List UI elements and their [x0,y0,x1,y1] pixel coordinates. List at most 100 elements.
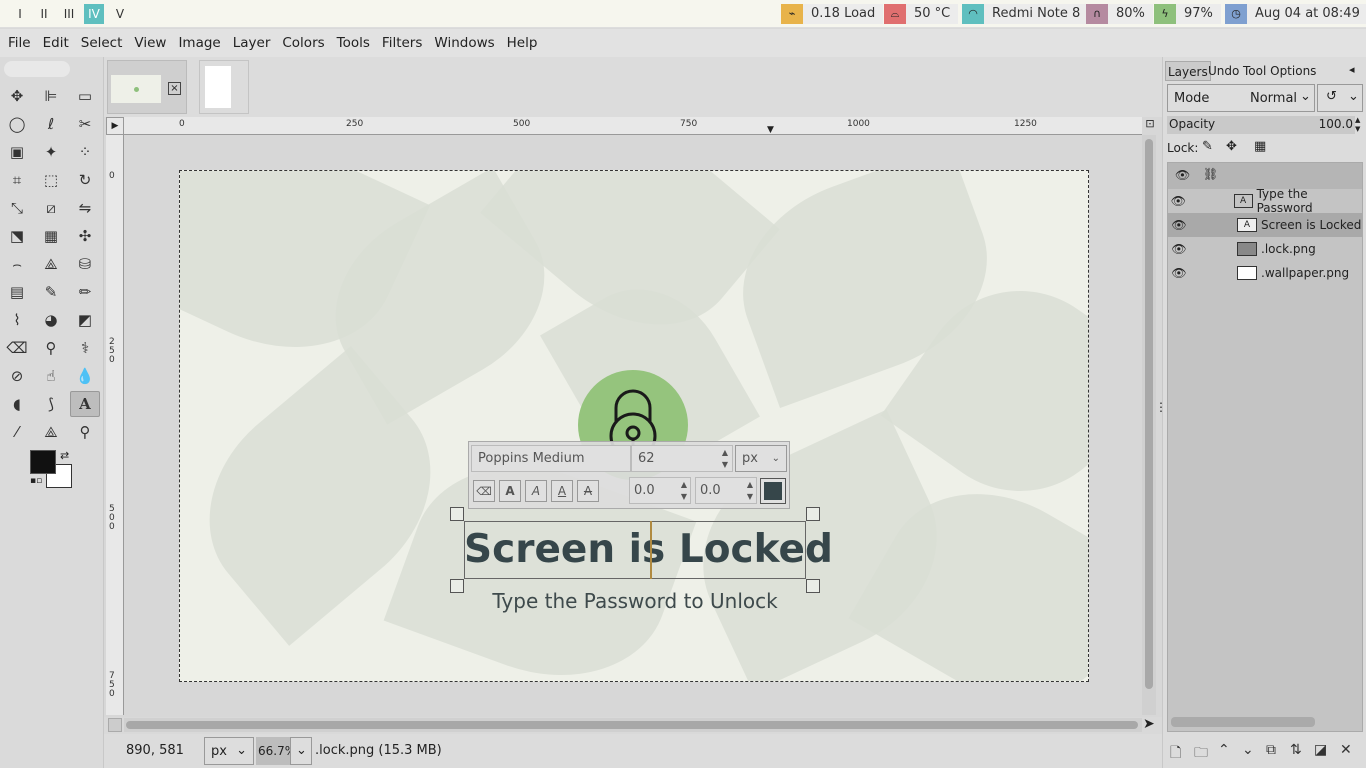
menu-file[interactable]: File [2,35,37,51]
duplicate-layer-icon[interactable]: ⧉ [1266,742,1276,758]
opacity-spin-icon[interactable]: ▲ ▼ [1355,116,1360,134]
new-layer-icon[interactable]: 🗋 [1170,742,1181,766]
lock-position-icon[interactable]: ✥ [1226,139,1237,154]
bandage-icon[interactable]: ⊘ [4,364,30,388]
menu-windows[interactable]: Windows [428,35,500,51]
menu-edit[interactable]: Edit [37,35,75,51]
crop-icon[interactable]: ⌗ [4,168,30,192]
smudge-warp-icon[interactable]: ⌢ [4,252,30,276]
image-tab-2[interactable] [199,60,249,114]
mode-select[interactable]: Mode Normal ⌄ [1167,84,1315,112]
zoom-dropdown[interactable]: ⌄ [290,737,312,765]
reset-colors-icon[interactable]: ▪▫ [30,476,42,486]
foreground-color-swatch[interactable] [30,450,56,474]
text-box-handle-tl[interactable] [450,507,464,521]
zoom-field[interactable]: 66.7% [256,737,296,765]
layers-scroll-thumb[interactable] [1171,717,1315,727]
transform-icon[interactable]: ⬚ [38,168,64,192]
unit-select[interactable]: px ⌄ [735,445,787,472]
rect-select-icon[interactable]: ▭ [72,84,98,108]
handle-transform-icon[interactable]: ⟁ [38,252,64,276]
layer-row-type-password[interactable]: 👁 A Type the Password [1167,187,1362,215]
align-tool-icon[interactable]: ⊫ [38,84,64,108]
pencil-icon[interactable]: ✏ [72,280,98,304]
menu-tools[interactable]: Tools [331,35,376,51]
quick-mask-toggle-icon[interactable]: ▶ [106,117,124,135]
eye-icon[interactable]: 👁 [1167,194,1190,208]
lock-title-text[interactable]: Screen is Locked [464,524,833,576]
shear-icon[interactable]: ⧄ [38,196,64,220]
horizontal-scroll-thumb[interactable] [126,721,1138,729]
text-box-handle-tr[interactable] [806,507,820,521]
zoom-to-fit-icon[interactable]: ⊡ [1142,117,1158,135]
size-spin-icon[interactable]: ▲ ▼ [722,447,728,471]
eye-icon[interactable]: 👁 [1167,266,1191,280]
move-tool-icon[interactable]: ✥ [4,84,30,108]
cage-icon[interactable]: ▦ [38,224,64,248]
menu-view[interactable]: View [128,35,172,51]
foreground-select-icon[interactable]: ▣ [4,140,30,164]
horizontal-scrollbar[interactable] [124,718,1142,732]
fuzzy-select-icon[interactable]: ✦ [38,140,64,164]
color-picker-icon[interactable]: ⁄ [4,420,30,444]
bucket-fill-icon[interactable]: ⛁ [72,252,98,276]
close-tab-icon[interactable]: × [168,82,181,95]
clone-icon[interactable]: ⚲ [38,336,64,360]
workspace-5[interactable]: V [110,4,130,24]
menu-filters[interactable]: Filters [376,35,428,51]
bold-icon[interactable]: A [499,480,521,502]
gradient-icon[interactable]: ▤ [4,280,30,304]
dodge-icon[interactable]: ◖ [4,392,30,416]
swap-colors-icon[interactable]: ⇄ [60,449,69,462]
heal-icon[interactable]: ⚕ [72,336,98,360]
kerning-field[interactable]: 0.0 ▲ ▼ [695,477,757,504]
mypaint-icon[interactable]: ◩ [72,308,98,332]
measure-icon[interactable]: ⟁ [38,420,64,444]
menu-image[interactable]: Image [172,35,226,51]
workspace-3[interactable]: III [58,4,80,24]
paths-icon[interactable]: ⟆ [38,392,64,416]
image-tab-active[interactable]: × [107,60,187,114]
strikethrough-icon[interactable]: A [577,480,599,502]
workspace-1[interactable]: I [10,4,30,24]
navigation-arrow-icon[interactable]: ➤ [1143,716,1155,732]
baseline-field[interactable]: 0.0 ▲ ▼ [629,477,691,504]
scissors-icon[interactable]: ✂ [72,112,98,136]
flip-icon[interactable]: ⇋ [72,196,98,220]
eye-icon[interactable]: 👁 [1167,242,1191,256]
paintbrush-icon[interactable]: ✎ [38,280,64,304]
zoom-icon[interactable]: ⚲ [72,420,98,444]
rotate-icon[interactable]: ↻ [72,168,98,192]
opacity-slider[interactable]: Opacity 100.0 [1167,116,1355,134]
menu-layer[interactable]: Layer [227,35,277,51]
tab-tool-options[interactable]: Tool Options [1241,61,1318,81]
navigate-icon[interactable] [108,718,122,732]
text-color-button[interactable] [760,478,786,504]
warp-icon[interactable]: ✣ [72,224,98,248]
vertical-scrollbar[interactable] [1142,135,1156,715]
vertical-scroll-thumb[interactable] [1145,139,1153,689]
delete-layer-icon[interactable]: ✕ [1340,742,1352,758]
eye-icon[interactable]: 👁 [1167,218,1191,232]
kerning-spin-icon[interactable]: ▲ ▼ [747,479,753,503]
font-field[interactable]: Poppins Medium [471,445,631,472]
blur-icon[interactable]: 💧 [72,364,98,388]
layer-row-lock-png[interactable]: 👁 .lock.png [1167,237,1362,261]
baseline-spin-icon[interactable]: ▲ ▼ [681,479,687,503]
airbrush-icon[interactable]: ⌇ [4,308,30,332]
ellipse-select-icon[interactable]: ◯ [4,112,30,136]
smudge-icon[interactable]: ☝ [38,364,64,388]
lock-pixels-icon[interactable]: ✎ [1202,139,1213,154]
mask-icon[interactable]: ◪ [1314,742,1327,758]
eraser-icon[interactable]: ⌫ [4,336,30,360]
menu-help[interactable]: Help [501,35,544,51]
new-group-icon[interactable]: 🗀 [1194,742,1208,766]
tab-layers[interactable]: Layers [1165,61,1211,81]
clear-style-icon[interactable]: ⌫ [473,480,495,502]
unit-dropdown[interactable]: px ⌄ [204,737,254,765]
raise-layer-icon[interactable]: ⌃ [1218,742,1230,758]
perspective-icon[interactable]: ⬔ [4,224,30,248]
italic-icon[interactable]: A [525,480,547,502]
layer-row-screen-locked[interactable]: 👁 A Screen is Locked [1167,213,1362,237]
color-select-icon[interactable]: ⁘ [72,140,98,164]
